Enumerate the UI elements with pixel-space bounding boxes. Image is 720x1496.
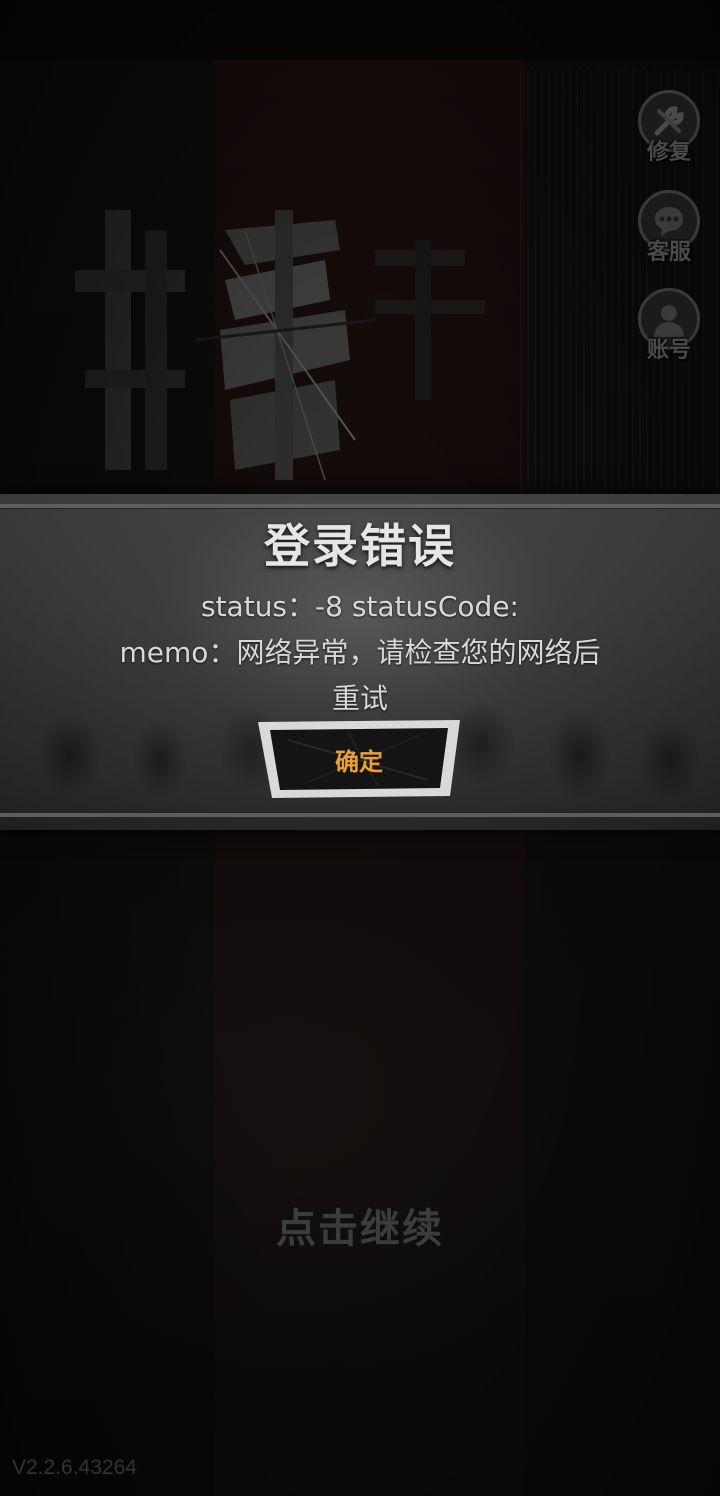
dialog-title: 登录错误 <box>264 519 456 573</box>
account-button-label: 账号 <box>646 338 691 363</box>
account-button[interactable]: 账号 <box>634 288 704 372</box>
repair-button-label: 修复 <box>646 140 691 165</box>
version-label: V2.2.6.43264 <box>12 1456 137 1479</box>
customer-service-button[interactable]: 客服 <box>634 190 704 274</box>
confirm-button[interactable]: 确定 <box>258 720 460 798</box>
repair-button[interactable]: 修复 <box>634 90 704 174</box>
dialog-message-line-memo: memo：网络异常，请检查您的网络后 <box>119 636 601 669</box>
confirm-button-label: 确定 <box>335 748 383 776</box>
dialog-bottom-edge <box>0 812 720 817</box>
game-screen[interactable]: 修复 客服 账号 点击继续 V2.2.6.43264 登录错误 status：-… <box>0 0 720 1496</box>
dialog-message: status：-8 statusCode: memo：网络异常，请检查您的网络后… <box>90 584 630 722</box>
dialog-top-edge <box>0 504 720 509</box>
dialog-message-line-status: status：-8 statusCode: <box>200 590 519 623</box>
customer-service-button-label: 客服 <box>646 240 691 265</box>
dialog-message-line-retry: 重试 <box>331 682 388 715</box>
tap-to-continue-text[interactable]: 点击继续 <box>0 1196 720 1254</box>
